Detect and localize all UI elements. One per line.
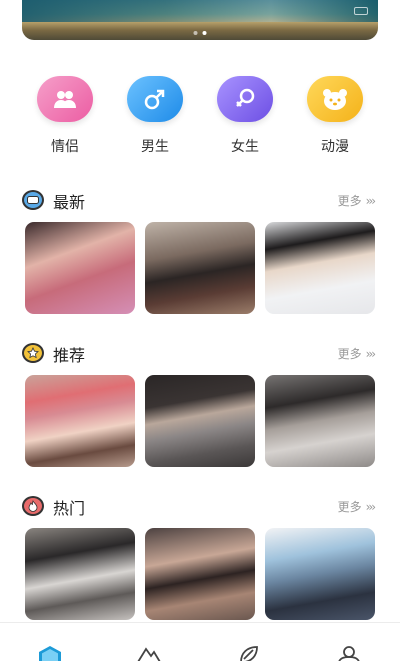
new-badge-icon (22, 190, 44, 210)
category-row: 情侣 男生 女生 动漫 (0, 76, 400, 156)
flame-icon (22, 496, 44, 516)
avatar-thumbnail[interactable] (25, 222, 135, 314)
thumbnail-grid-popular (25, 528, 375, 620)
category-label: 女生 (231, 139, 259, 155)
bottom-tab-bar (0, 622, 400, 661)
tab-home[interactable] (37, 645, 63, 661)
chevrons-right-icon: ››› (365, 194, 377, 208)
category-boys[interactable]: 男生 (115, 76, 195, 156)
section-header-popular: 热门 更多 ››› (22, 495, 378, 519)
tab-explore[interactable] (236, 645, 262, 661)
couple-icon (37, 76, 93, 122)
top-banner[interactable] (22, 0, 378, 40)
male-symbol-icon (127, 76, 183, 122)
category-anime[interactable]: 动漫 (295, 76, 375, 156)
more-link-label: 更多 (337, 194, 362, 208)
pagination-dot-active[interactable] (202, 31, 207, 35)
section-title: 最新 (53, 193, 86, 212)
avatar-thumbnail[interactable] (145, 375, 255, 467)
avatar-thumbnail[interactable] (265, 528, 375, 620)
pagination-dot[interactable] (193, 31, 198, 35)
thumbnail-grid-latest (25, 222, 375, 314)
banner-pagination (193, 31, 207, 35)
avatar-thumbnail[interactable] (265, 222, 375, 314)
avatar-thumbnail[interactable] (25, 375, 135, 467)
more-link-label: 更多 (337, 347, 362, 361)
category-label: 动漫 (321, 139, 349, 155)
more-link[interactable]: 更多 ››› (337, 192, 377, 209)
chevrons-right-icon: ››› (365, 500, 377, 514)
chevrons-right-icon: ››› (365, 347, 377, 361)
thumbnail-grid-recommended (25, 375, 375, 467)
banner-badge-icon (354, 7, 368, 15)
more-link[interactable]: 更多 ››› (337, 345, 377, 362)
section-header-recommended: 推荐 更多 ››› (22, 342, 378, 366)
avatar-thumbnail[interactable] (25, 528, 135, 620)
tab-discover[interactable] (136, 645, 162, 661)
section-title: 推荐 (53, 346, 86, 365)
category-label: 男生 (141, 139, 169, 155)
avatar-thumbnail[interactable] (265, 375, 375, 467)
tab-profile[interactable] (336, 645, 362, 661)
female-symbol-icon (217, 76, 273, 122)
person-icon (338, 646, 360, 661)
avatar-thumbnail[interactable] (145, 528, 255, 620)
category-girls[interactable]: 女生 (205, 76, 285, 156)
leaf-icon (240, 646, 258, 661)
more-link-label: 更多 (337, 500, 362, 514)
bear-face-icon (307, 76, 363, 122)
avatar-thumbnail[interactable] (145, 222, 255, 314)
category-couple[interactable]: 情侣 (25, 76, 105, 156)
section-title: 热门 (53, 499, 86, 518)
section-header-latest: 最新 更多 ››› (22, 189, 378, 213)
category-label: 情侣 (51, 139, 79, 155)
star-icon (22, 343, 44, 363)
more-link[interactable]: 更多 ››› (337, 498, 377, 515)
home-hexagon-icon (39, 646, 61, 661)
mountain-icon (137, 647, 161, 661)
